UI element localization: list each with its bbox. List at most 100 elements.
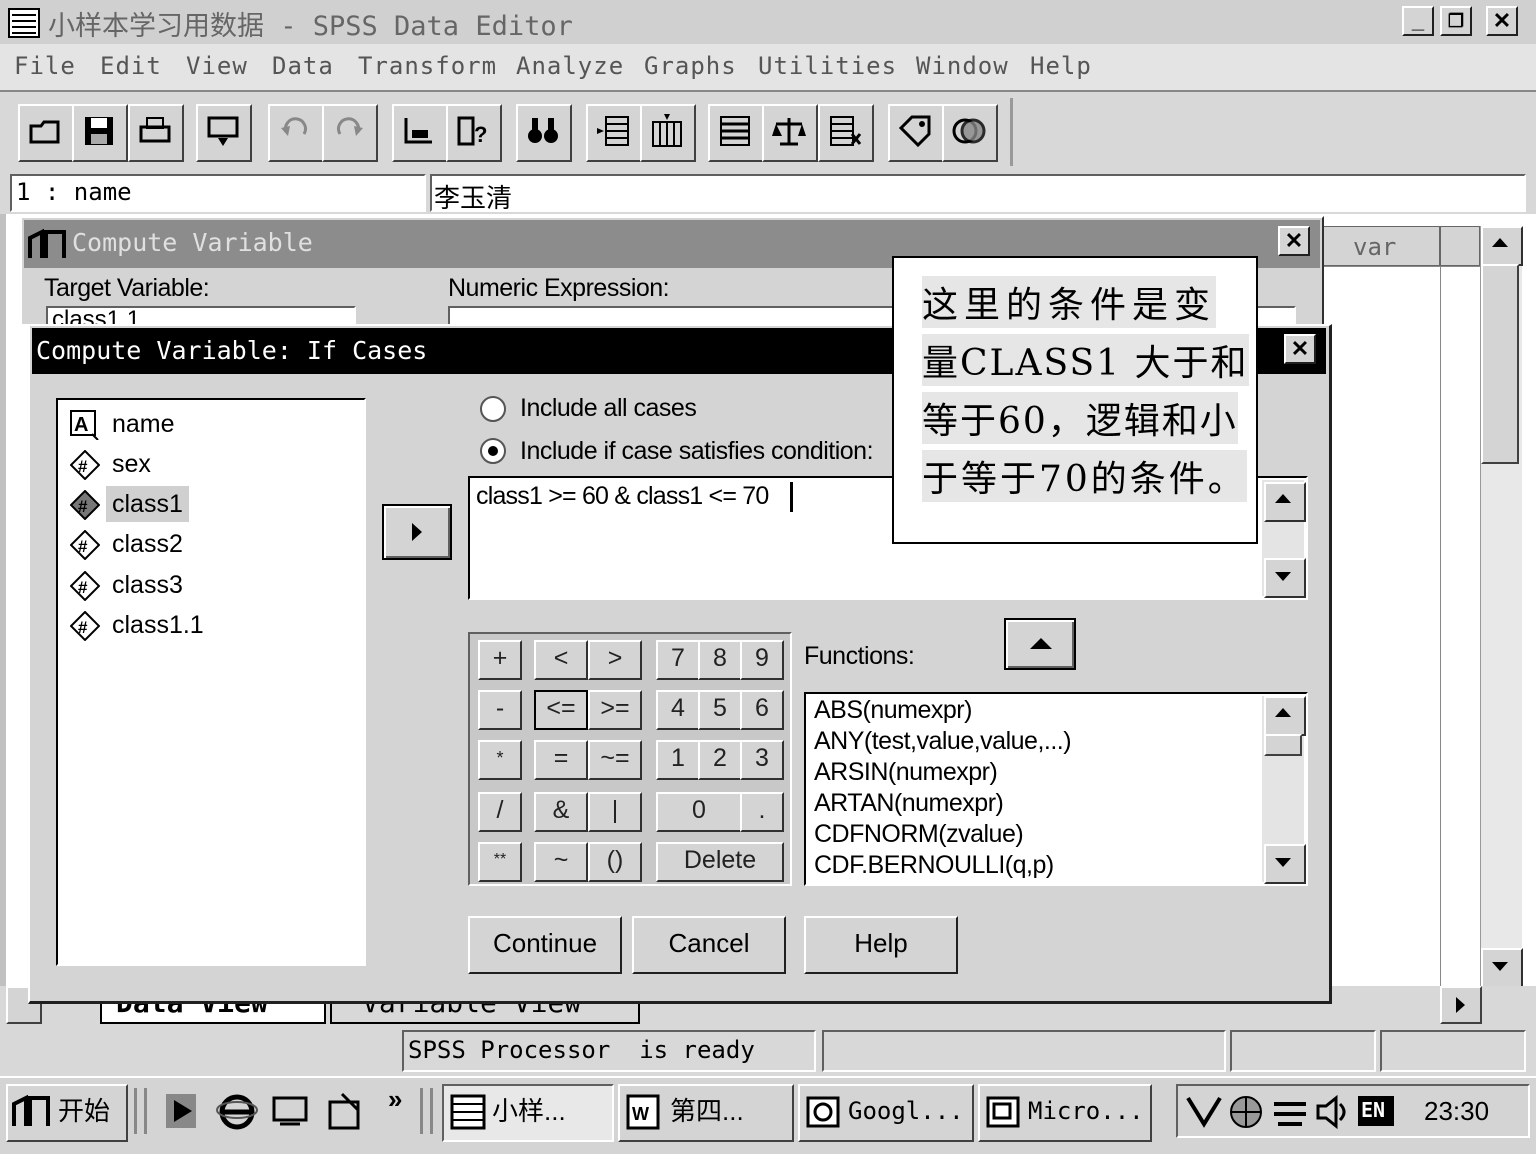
key-greater-than[interactable]: > <box>588 640 642 680</box>
list-item[interactable]: ABS(numexpr) <box>814 696 972 725</box>
quick-launch-more[interactable]: » <box>388 1084 402 1115</box>
menu-edit[interactable]: Edit <box>100 52 162 80</box>
menu-analyze[interactable]: Analyze <box>516 52 624 80</box>
list-item[interactable]: ARTAN(numexpr) <box>814 789 1004 818</box>
variables-info-button[interactable]: ? <box>446 104 502 162</box>
key-power[interactable]: ** <box>478 842 522 882</box>
condition-scrollbar[interactable] <box>1262 480 1306 598</box>
scroll-thumb[interactable] <box>1481 264 1519 464</box>
key-7[interactable]: 7 <box>656 640 700 680</box>
key-minus[interactable]: - <box>478 690 522 730</box>
key-8[interactable]: 8 <box>698 640 742 680</box>
menu-file[interactable]: File <box>14 52 76 80</box>
scroll-thumb[interactable] <box>1264 734 1302 756</box>
menu-data[interactable]: Data <box>272 52 334 80</box>
key-plus[interactable]: + <box>478 640 522 680</box>
vertical-scrollbar[interactable] <box>1480 226 1523 988</box>
key-6[interactable]: 6 <box>740 690 784 730</box>
key-delete[interactable]: Delete <box>656 842 784 882</box>
tray-language-indicator[interactable]: EN <box>1358 1096 1394 1126</box>
key-less-equal[interactable]: <= <box>534 690 588 730</box>
task-google[interactable]: Googl... <box>798 1084 974 1142</box>
key-and[interactable]: & <box>534 792 588 832</box>
include-if-radio[interactable] <box>480 438 506 464</box>
open-file-button[interactable] <box>18 104 74 162</box>
start-button[interactable]: 开始 <box>6 1084 128 1142</box>
key-equals[interactable]: = <box>534 740 588 780</box>
scroll-up-button[interactable] <box>1264 696 1306 736</box>
menu-utilities[interactable]: Utilities <box>758 52 897 80</box>
redo-button[interactable] <box>322 104 378 162</box>
include-all-radio[interactable] <box>480 396 506 422</box>
list-item[interactable]: ARSIN(numexpr) <box>814 758 998 787</box>
split-file-button[interactable] <box>708 104 764 162</box>
key-5[interactable]: 5 <box>698 690 742 730</box>
column-header-blank[interactable] <box>1440 226 1480 266</box>
insert-case-button[interactable] <box>586 104 642 162</box>
key-multiply[interactable]: * <box>478 740 522 780</box>
use-sets-button[interactable] <box>942 104 998 162</box>
key-less-than[interactable]: < <box>534 640 588 680</box>
menu-view[interactable]: View <box>186 52 248 80</box>
undo-button[interactable] <box>268 104 324 162</box>
functions-scrollbar[interactable] <box>1262 696 1306 884</box>
menu-graphs[interactable]: Graphs <box>644 52 737 80</box>
key-divide[interactable]: / <box>478 792 522 832</box>
quick-launch-outlook[interactable] <box>324 1090 366 1132</box>
cancel-button[interactable]: Cancel <box>632 916 786 974</box>
key-9[interactable]: 9 <box>740 640 784 680</box>
value-labels-button[interactable] <box>888 104 944 162</box>
weight-cases-button[interactable] <box>762 104 818 162</box>
insert-variable-button[interactable] <box>640 104 696 162</box>
menu-help[interactable]: Help <box>1030 52 1092 80</box>
task-word-doc[interactable]: W 第四... <box>618 1084 794 1142</box>
dialog-recall-button[interactable] <box>196 104 252 162</box>
key-parentheses[interactable]: () <box>588 842 642 882</box>
key-4[interactable]: 4 <box>656 690 700 730</box>
column-header-var[interactable]: var <box>1318 226 1440 266</box>
continue-button[interactable]: Continue <box>468 916 622 974</box>
tray-network-icon[interactable] <box>1184 1094 1224 1130</box>
print-button[interactable] <box>128 104 184 162</box>
key-1[interactable]: 1 <box>656 740 700 780</box>
quick-launch-media[interactable] <box>162 1090 204 1132</box>
key-3[interactable]: 3 <box>740 740 784 780</box>
list-item[interactable]: CDF.BERNOULLI(q,p) <box>814 851 1054 880</box>
scroll-up-button[interactable] <box>1481 226 1523 266</box>
goto-chart-button[interactable] <box>392 104 448 162</box>
minimize-button[interactable]: _ <box>1402 6 1434 36</box>
menu-transform[interactable]: Transform <box>358 52 497 80</box>
tray-globe-icon[interactable] <box>1228 1094 1264 1130</box>
key-not-equal[interactable]: ~= <box>588 740 642 780</box>
paste-function-button[interactable] <box>1004 618 1076 670</box>
quick-launch-desktop[interactable] <box>270 1090 312 1132</box>
list-item[interactable]: ANY(test,value,value,...) <box>814 727 1072 756</box>
key-greater-equal[interactable]: >= <box>588 690 642 730</box>
scroll-down-button[interactable] <box>1264 558 1306 598</box>
cell-value-input[interactable]: 李玉清 <box>430 174 1526 214</box>
save-button[interactable] <box>72 104 128 162</box>
menu-window[interactable]: Window <box>916 52 1009 80</box>
variable-list[interactable] <box>56 398 366 966</box>
tray-usb-icon[interactable] <box>1270 1094 1310 1130</box>
key-0[interactable]: 0 <box>656 792 742 832</box>
key-or[interactable]: | <box>588 792 642 832</box>
task-microsoft[interactable]: Micro... <box>978 1084 1152 1142</box>
select-cases-button[interactable] <box>818 104 874 162</box>
app-icon[interactable] <box>8 8 40 38</box>
move-variable-button[interactable] <box>382 504 452 560</box>
key-decimal[interactable]: . <box>740 792 784 832</box>
restore-button[interactable]: ❐ <box>1440 6 1472 36</box>
find-button[interactable] <box>516 104 572 162</box>
quick-launch-ie[interactable] <box>216 1090 258 1132</box>
scroll-down-button[interactable] <box>1264 844 1306 884</box>
scroll-right-button[interactable] <box>1440 986 1482 1024</box>
scroll-up-button[interactable] <box>1264 482 1306 522</box>
help-button[interactable]: Help <box>804 916 958 974</box>
key-2[interactable]: 2 <box>698 740 742 780</box>
tray-volume-icon[interactable] <box>1314 1094 1354 1130</box>
close-button[interactable]: ✕ <box>1486 6 1518 36</box>
if-dialog-close-button[interactable]: ✕ <box>1284 334 1316 364</box>
compute-dialog-close-button[interactable]: ✕ <box>1278 226 1310 256</box>
key-not[interactable]: ~ <box>534 842 588 882</box>
